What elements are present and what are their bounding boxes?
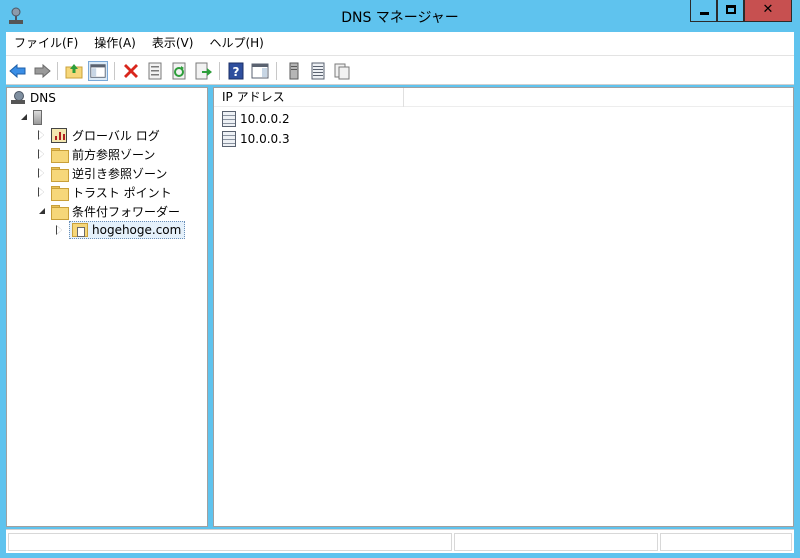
expand-arrow-icon[interactable] — [37, 130, 47, 140]
list-item-label: 10.0.0.3 — [240, 132, 290, 146]
svg-text:?: ? — [233, 65, 240, 79]
list-item[interactable]: 10.0.0.2 — [222, 110, 290, 128]
ip-address-icon — [222, 131, 236, 147]
delete-icon[interactable] — [121, 61, 141, 81]
status-cell — [660, 533, 792, 551]
forward-icon[interactable] — [32, 61, 52, 81]
tree-node-server[interactable] — [19, 108, 42, 126]
result-pane: IP アドレス 10.0.0.2 10.0.0.3 — [213, 87, 794, 527]
title-bar: DNS マネージャー ✕ — [0, 0, 800, 32]
console-tree: DNS グローバル ログ 前方参照ゾーン 逆引き参照ゾーン トラスト ポイント … — [6, 87, 208, 527]
toolbar-separator — [57, 62, 58, 80]
status-bar — [6, 529, 794, 553]
status-cell — [8, 533, 452, 551]
show-hide-action-pane-icon[interactable] — [250, 61, 270, 81]
column-header-ip-address[interactable]: IP アドレス — [214, 88, 404, 107]
menu-view[interactable]: 表示(V) — [144, 32, 202, 55]
tree-node-reverse-lookup-zones[interactable]: 逆引き参照ゾーン — [37, 164, 167, 182]
maximize-button[interactable] — [717, 0, 744, 22]
export-list-icon[interactable] — [193, 61, 213, 81]
folder-icon — [51, 147, 69, 163]
list-item[interactable]: 10.0.0.3 — [222, 130, 290, 148]
dns-icon — [11, 91, 25, 105]
expand-arrow-icon[interactable] — [55, 225, 65, 235]
properties-icon[interactable] — [145, 61, 165, 81]
tree-node-dns-root[interactable]: DNS — [11, 89, 56, 107]
menu-action[interactable]: 操作(A) — [86, 32, 144, 55]
tree-node-label: hogehoge.com — [92, 223, 182, 237]
expand-arrow-icon[interactable] — [37, 168, 47, 178]
tree-node-label: 逆引き参照ゾーン — [72, 166, 168, 181]
tree-node-conditional-forwarders[interactable]: 条件付フォワーダー — [37, 202, 180, 220]
toolbar: ? — [6, 55, 794, 85]
menu-file[interactable]: ファイル(F) — [6, 32, 86, 55]
menu-bar: ファイル(F) 操作(A) 表示(V) ヘルプ(H) — [6, 32, 794, 55]
collapse-arrow-icon[interactable] — [37, 206, 47, 216]
server-icon[interactable] — [284, 61, 304, 81]
list-icon[interactable] — [308, 61, 328, 81]
tree-node-label: グローバル ログ — [72, 128, 160, 143]
forwarder-zone-icon — [72, 223, 88, 237]
toolbar-separator — [114, 62, 115, 80]
show-hide-console-tree-icon[interactable] — [88, 61, 108, 81]
close-icon: ✕ — [762, 2, 774, 17]
event-log-icon — [51, 127, 67, 143]
back-icon[interactable] — [8, 61, 28, 81]
ip-address-icon — [222, 111, 236, 127]
tree-node-label: DNS — [30, 91, 56, 105]
tree-node-hogehoge[interactable]: hogehoge.com — [55, 221, 186, 239]
maximize-icon — [726, 5, 736, 14]
expand-arrow-icon[interactable] — [37, 149, 47, 159]
folder-icon — [51, 204, 69, 220]
tree-node-label: 条件付フォワーダー — [72, 204, 181, 219]
server-icon — [33, 109, 42, 125]
help-icon[interactable]: ? — [226, 61, 246, 81]
refresh-icon[interactable] — [169, 61, 189, 81]
copy-icon[interactable] — [332, 61, 352, 81]
collapse-arrow-icon[interactable] — [19, 112, 29, 122]
tree-node-global-log[interactable]: グローバル ログ — [37, 126, 160, 144]
status-cell — [454, 533, 658, 551]
toolbar-separator — [276, 62, 277, 80]
expand-arrow-icon[interactable] — [37, 187, 47, 197]
up-folder-icon[interactable] — [64, 61, 84, 81]
close-button[interactable]: ✕ — [744, 0, 792, 22]
folder-icon — [51, 166, 69, 182]
minimize-icon — [700, 12, 709, 15]
folder-icon — [51, 185, 69, 201]
toolbar-separator — [219, 62, 220, 80]
minimize-button[interactable] — [690, 0, 717, 22]
tree-node-label: 前方参照ゾーン — [72, 147, 156, 162]
tree-node-trust-points[interactable]: トラスト ポイント — [37, 183, 172, 201]
list-item-label: 10.0.0.2 — [240, 112, 290, 126]
window-title: DNS マネージャー — [341, 10, 459, 26]
tree-node-label: トラスト ポイント — [72, 185, 172, 200]
tree-node-forward-lookup-zones[interactable]: 前方参照ゾーン — [37, 145, 155, 163]
menu-help[interactable]: ヘルプ(H) — [201, 32, 271, 55]
selected-node[interactable]: hogehoge.com — [69, 221, 186, 239]
